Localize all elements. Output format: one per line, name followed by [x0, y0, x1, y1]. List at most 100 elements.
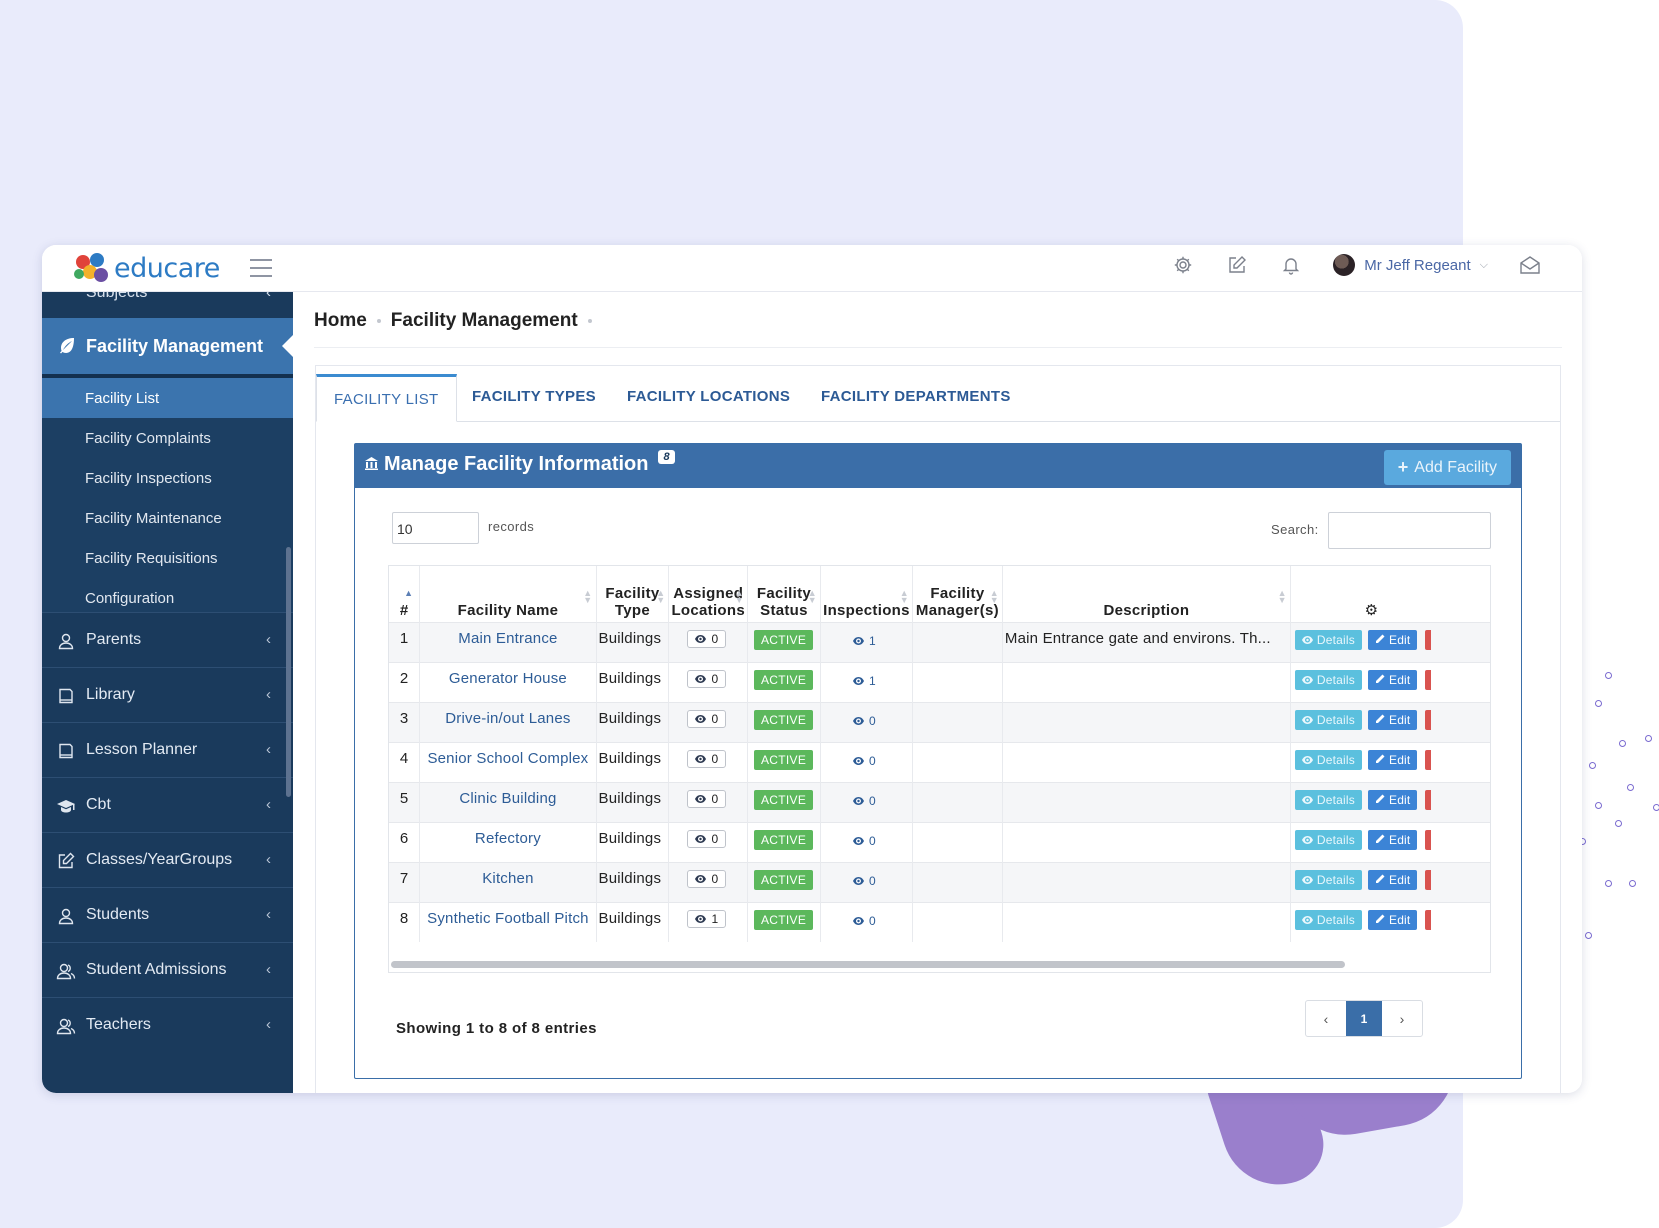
menu-toggle-icon[interactable]	[250, 259, 272, 277]
horizontal-scrollbar[interactable]	[391, 961, 1345, 968]
sidebar-subitem-facility-complaints[interactable]: Facility Complaints	[42, 418, 293, 458]
edit-button[interactable]: Edit	[1367, 909, 1418, 930]
app-window: educare Mr Jeff Regeant ⌵ Subjects ‹ Fac…	[42, 245, 1582, 1093]
search-input[interactable]	[1328, 512, 1491, 549]
delete-button[interactable]	[1425, 909, 1432, 930]
details-button[interactable]: Details	[1294, 789, 1362, 810]
user-menu[interactable]: Mr Jeff Regeant ⌵	[1333, 254, 1488, 276]
details-button[interactable]: Details	[1294, 669, 1362, 690]
view-locations-button[interactable]: 0	[687, 829, 727, 848]
view-locations-button[interactable]: 0	[687, 789, 727, 808]
tab-facility-list[interactable]: FACILITY LIST	[316, 374, 457, 422]
sidebar-item-parents[interactable]: Parents ‹	[42, 612, 293, 667]
cell-facility-name-link[interactable]: Clinic Building	[419, 781, 597, 822]
edit-icon[interactable]	[1225, 253, 1249, 277]
sidebar-item-facility-management[interactable]: Facility Management	[42, 318, 293, 374]
edit-button[interactable]: Edit	[1367, 629, 1418, 650]
logo[interactable]: educare	[74, 251, 220, 285]
pagination-prev-button[interactable]: ‹	[1306, 1001, 1346, 1036]
col-header-description[interactable]: Description ▲ ▼	[1002, 566, 1291, 622]
sidebar-item-lesson-planner[interactable]: Lesson Planner ‹	[42, 722, 293, 777]
details-button[interactable]: Details	[1294, 829, 1362, 850]
details-button[interactable]: Details	[1294, 629, 1362, 650]
col-header-num[interactable]: ▲ #	[389, 566, 421, 622]
tab-facility-departments[interactable]: FACILITY DEPARTMENTS	[821, 374, 1011, 422]
cell-facility-name-link[interactable]: Synthetic Football Pitch	[419, 901, 597, 942]
gear-icon[interactable]: ⚙	[1365, 602, 1379, 619]
sidebar-item-student-admissions[interactable]: Student Admissions ‹	[42, 942, 293, 997]
sidebar-subitem-facility-inspections[interactable]: Facility Inspections	[42, 458, 293, 498]
table-header-row: ▲ # Facility Name ▲ ▼ Facility Type ▲ ▼ Assign…	[389, 566, 1490, 622]
delete-button[interactable]	[1425, 749, 1432, 770]
breadcrumb-home[interactable]: Home	[314, 310, 367, 332]
view-inspections-link[interactable]: 1	[852, 634, 876, 648]
view-locations-button[interactable]: 0	[687, 709, 727, 728]
sidebar-subitem-facility-maintenance[interactable]: Facility Maintenance	[42, 498, 293, 538]
cell-description	[1002, 901, 1291, 942]
view-inspections-link[interactable]: 0	[852, 874, 876, 888]
delete-button[interactable]	[1425, 709, 1432, 730]
edit-button[interactable]: Edit	[1367, 789, 1418, 810]
delete-button[interactable]	[1425, 629, 1432, 650]
gear-icon[interactable]	[1171, 253, 1195, 277]
cell-inspections: 0	[820, 861, 913, 902]
view-inspections-link[interactable]: 0	[852, 794, 876, 808]
bell-icon[interactable]	[1279, 253, 1303, 277]
view-locations-button[interactable]: 0	[687, 669, 727, 688]
sidebar-subitem-facility-list[interactable]: Facility List	[42, 378, 293, 418]
cell-facility-name-link[interactable]: Refectory	[419, 821, 597, 862]
cell-facility-name-link[interactable]: Senior School Complex	[419, 741, 597, 782]
col-header-facility-status[interactable]: Facility Status ▲ ▼	[747, 566, 821, 622]
sidebar-item-teachers[interactable]: Teachers ‹	[42, 997, 293, 1052]
add-facility-button[interactable]: + Add Facility	[1383, 450, 1511, 485]
delete-button[interactable]	[1425, 669, 1432, 690]
col-header-inspections[interactable]: Inspections ▲ ▼	[820, 566, 913, 622]
col-header-assigned-locations[interactable]: Assigned Locations ▲ ▼	[668, 566, 748, 622]
delete-button[interactable]	[1425, 829, 1432, 850]
details-button[interactable]: Details	[1294, 709, 1362, 730]
view-locations-button[interactable]: 0	[687, 629, 727, 648]
pagination-next-button[interactable]: ›	[1382, 1001, 1422, 1036]
sidebar-item-students[interactable]: Students ‹	[42, 887, 293, 942]
sidebar-scrollbar[interactable]	[286, 547, 291, 797]
cell-facility-managers	[912, 781, 1003, 822]
envelope-open-icon[interactable]	[1518, 253, 1542, 277]
edit-button[interactable]: Edit	[1367, 749, 1418, 770]
sidebar-item-classes-yeargroups[interactable]: Classes/YearGroups ‹	[42, 832, 293, 887]
cell-facility-name-link[interactable]: Kitchen	[419, 861, 597, 902]
sidebar-item-subjects[interactable]: Subjects ‹	[42, 292, 293, 308]
sidebar-item-library[interactable]: Library ‹	[42, 667, 293, 722]
view-inspections-link[interactable]: 1	[852, 674, 876, 688]
cell-facility-name-link[interactable]: Main Entrance	[419, 621, 597, 662]
edit-button[interactable]: Edit	[1367, 709, 1418, 730]
delete-button[interactable]	[1425, 789, 1432, 810]
view-locations-button[interactable]: 1	[687, 909, 727, 928]
records-per-page-select[interactable]: 10	[392, 512, 479, 544]
tab-facility-types[interactable]: FACILITY TYPES	[472, 374, 596, 422]
col-header-facility-name[interactable]: Facility Name ▲ ▼	[419, 566, 597, 622]
view-locations-button[interactable]: 0	[687, 869, 727, 888]
pagination-page-1[interactable]: 1	[1346, 1001, 1382, 1036]
edit-button[interactable]: Edit	[1367, 869, 1418, 890]
details-button[interactable]: Details	[1294, 909, 1362, 930]
edit-label: Edit	[1388, 632, 1411, 647]
cell-facility-status: ACTIVE	[747, 661, 821, 702]
view-locations-button[interactable]: 0	[687, 749, 727, 768]
view-inspections-link[interactable]: 0	[852, 914, 876, 928]
details-button[interactable]: Details	[1294, 749, 1362, 770]
tab-facility-locations[interactable]: FACILITY LOCATIONS	[627, 374, 790, 422]
col-header-facility-managers[interactable]: Facility Manager(s) ▲ ▼	[912, 566, 1003, 622]
view-inspections-link[interactable]: 0	[852, 714, 876, 728]
delete-button[interactable]	[1425, 869, 1432, 890]
cell-facility-name-link[interactable]: Drive-in/out Lanes	[419, 701, 597, 742]
cell-num: 6	[389, 821, 421, 862]
sidebar-subitem-facility-requisitions[interactable]: Facility Requisitions	[42, 538, 293, 578]
sidebar-item-cbt[interactable]: Cbt ‹	[42, 777, 293, 832]
edit-button[interactable]: Edit	[1367, 829, 1418, 850]
cell-facility-name-link[interactable]: Generator House	[419, 661, 597, 702]
view-inspections-link[interactable]: 0	[852, 834, 876, 848]
view-inspections-link[interactable]: 0	[852, 754, 876, 768]
col-header-facility-type[interactable]: Facility Type ▲ ▼	[596, 566, 670, 622]
edit-button[interactable]: Edit	[1367, 669, 1418, 690]
details-button[interactable]: Details	[1294, 869, 1362, 890]
